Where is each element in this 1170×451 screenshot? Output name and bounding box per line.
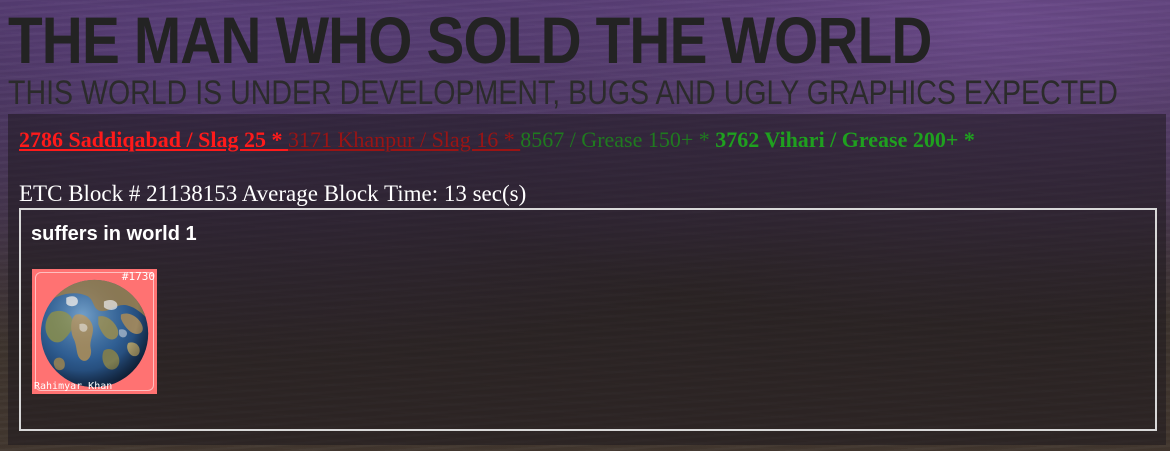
ticker-item-grease-150: 8567 / Grease 150+ *: [520, 127, 716, 152]
ticker-item-saddiqabad[interactable]: 2786 Saddiqabad / Slag 25 *: [19, 127, 288, 152]
resource-ticker: 2786 Saddiqabad / Slag 25 * 3171 Khanpur…: [19, 126, 975, 154]
world-heading: suffers in world 1: [31, 223, 197, 245]
card-frame: [35, 272, 154, 391]
main-panel: 2786 Saddiqabad / Slag 25 * 3171 Khanpur…: [8, 114, 1166, 445]
block-info: ETC Block # 21138153 Average Block Time:…: [19, 181, 527, 206]
card-id-label: #1730: [121, 270, 155, 283]
page-subtitle: THIS WORLD IS UNDER DEVELOPMENT, BUGS AN…: [8, 74, 1118, 112]
page-title: THE MAN WHO SOLD THE WORLD: [8, 3, 932, 77]
ticker-item-khanpur[interactable]: 3171 Khanpur / Slag 16 *: [288, 127, 520, 152]
land-card[interactable]: #1730 Rahimyar Khan: [32, 269, 157, 394]
world-box: suffers in world 1 #1730 Rahimyar Khan: [19, 208, 1157, 431]
card-name-label: Rahimyar Khan: [34, 381, 113, 392]
ticker-item-vihari: 3762 Vihari / Grease 200+ *: [715, 127, 975, 152]
